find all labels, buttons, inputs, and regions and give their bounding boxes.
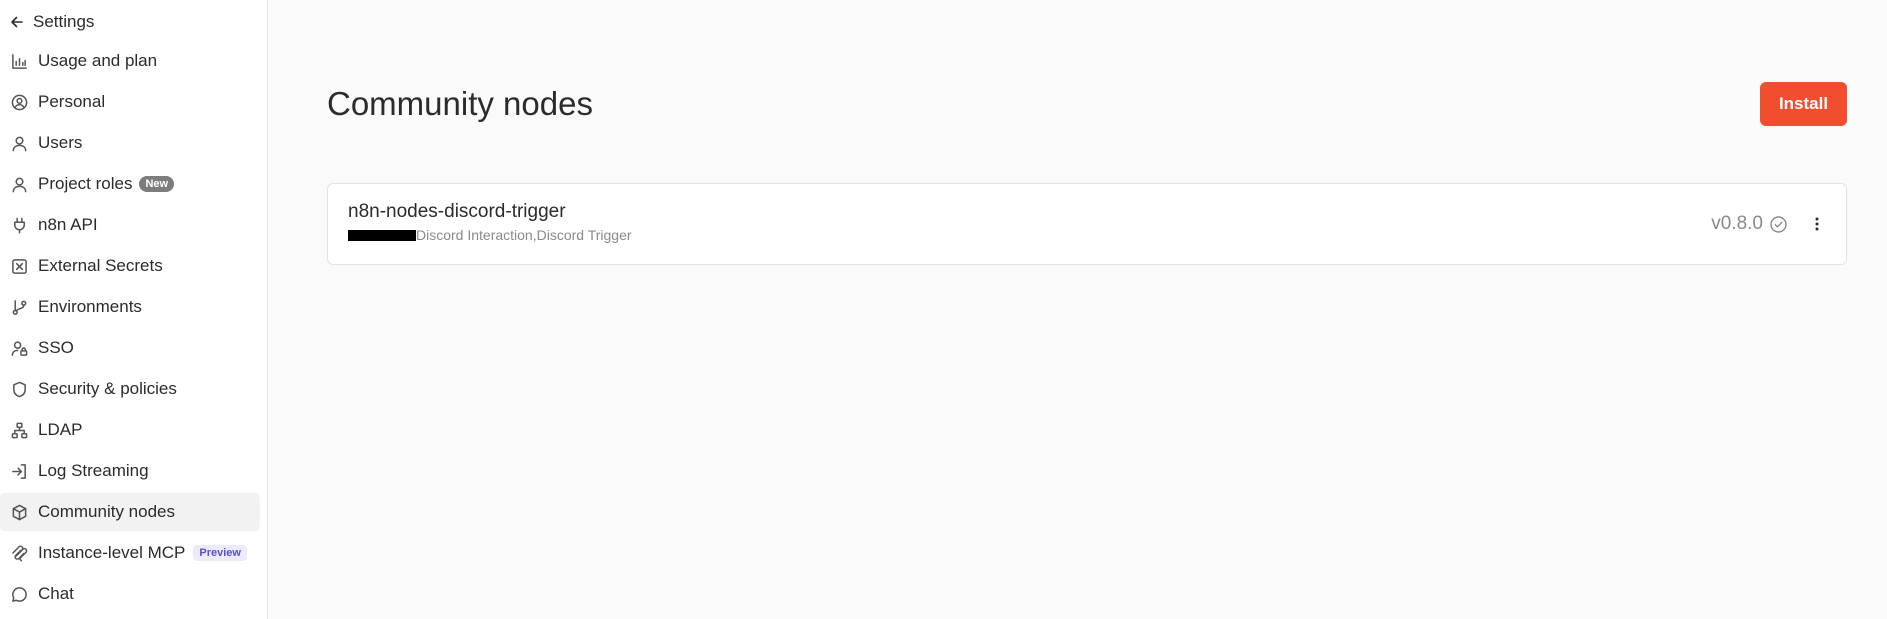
- user-lock-icon: [10, 339, 28, 357]
- box-icon: [10, 503, 28, 521]
- vault-icon: [10, 257, 28, 275]
- sidebar-item-label: Environments: [38, 297, 142, 316]
- sidebar-item-security-policies[interactable]: Security & policies: [0, 370, 260, 408]
- sidebar-item-label: Chat: [38, 584, 74, 603]
- mcp-icon: [10, 544, 28, 562]
- user-icon: [10, 175, 28, 193]
- page-title: Community nodes: [327, 85, 593, 122]
- sidebar-item-label: Users: [38, 133, 83, 152]
- back-to-settings-button[interactable]: Settings: [0, 6, 267, 38]
- bar-chart-icon: [10, 52, 28, 70]
- sidebar-item-personal[interactable]: Personal: [0, 83, 260, 121]
- main-content: Community nodes Install n8n-nodes-discor…: [268, 0, 1887, 619]
- sidebar-item-environments[interactable]: Environments: [0, 288, 260, 326]
- check-circle-icon: [1770, 215, 1787, 233]
- redacted-block: [348, 229, 416, 241]
- sidebar-item-label: Security & policies: [38, 379, 177, 398]
- shield-icon: [10, 380, 28, 398]
- back-label: Settings: [33, 12, 95, 31]
- sidebar-item-community-nodes[interactable]: Community nodes: [0, 493, 260, 531]
- package-meta: v0.8.0: [1711, 213, 1826, 235]
- sidebar-item-label: Community nodes: [38, 502, 176, 521]
- install-button[interactable]: Install: [1760, 82, 1847, 126]
- git-branch-icon: [10, 298, 28, 316]
- sidebar-item-label: Log Streaming: [38, 461, 149, 480]
- arrow-left-icon: [11, 16, 23, 28]
- network-icon: [10, 421, 28, 439]
- sidebar-item-label: Usage and plan: [38, 51, 158, 70]
- sidebar-item-sso[interactable]: SSO: [0, 329, 260, 367]
- chat-bubble-icon: [10, 585, 28, 603]
- user-circle-icon: [10, 93, 28, 111]
- community-node-card[interactable]: n8n-nodes-discord-trigger Discord Intera…: [327, 183, 1847, 265]
- sidebar-item-users[interactable]: Users: [0, 124, 260, 162]
- new-badge: New: [139, 176, 175, 192]
- sidebar-item-instance-level-mcp[interactable]: Instance-level MCP Preview: [0, 534, 260, 572]
- package-subtitle: Discord Interaction,Discord Trigger: [348, 227, 632, 243]
- package-info: n8n-nodes-discord-trigger Discord Intera…: [348, 201, 632, 243]
- page-header: Community nodes Install: [327, 82, 1847, 126]
- sidebar-item-chat[interactable]: Chat: [0, 575, 260, 613]
- user-icon: [10, 134, 28, 152]
- sidebar-item-external-secrets[interactable]: External Secrets: [0, 247, 260, 285]
- sidebar-item-label: SSO: [38, 338, 74, 357]
- plug-icon: [10, 216, 28, 234]
- package-name: n8n-nodes-discord-trigger: [348, 201, 566, 222]
- sidebar-item-label: n8n API: [38, 215, 98, 234]
- sidebar-item-label: External Secrets: [38, 256, 163, 275]
- sidebar-item-usage-and-plan[interactable]: Usage and plan: [0, 42, 260, 80]
- sidebar-item-label: LDAP: [38, 420, 83, 439]
- sidebar-item-label: Personal: [38, 92, 106, 111]
- sidebar-item-project-roles[interactable]: Project roles New: [0, 165, 260, 203]
- more-vertical-icon[interactable]: [1808, 215, 1826, 233]
- sidebar-item-ldap[interactable]: LDAP: [0, 411, 260, 449]
- sidebar-item-label: Project roles: [38, 174, 133, 193]
- sidebar-item-n8n-api[interactable]: n8n API: [0, 206, 260, 244]
- package-node-list: Discord Interaction,Discord Trigger: [416, 227, 632, 243]
- package-version: v0.8.0: [1711, 213, 1763, 234]
- sign-in-icon: [10, 462, 28, 480]
- settings-sidebar: Settings Usage and plan Personal Users P: [0, 0, 268, 619]
- sidebar-item-log-streaming[interactable]: Log Streaming: [0, 452, 260, 490]
- sidebar-item-label: Instance-level MCP: [38, 543, 186, 562]
- preview-badge: Preview: [193, 545, 247, 561]
